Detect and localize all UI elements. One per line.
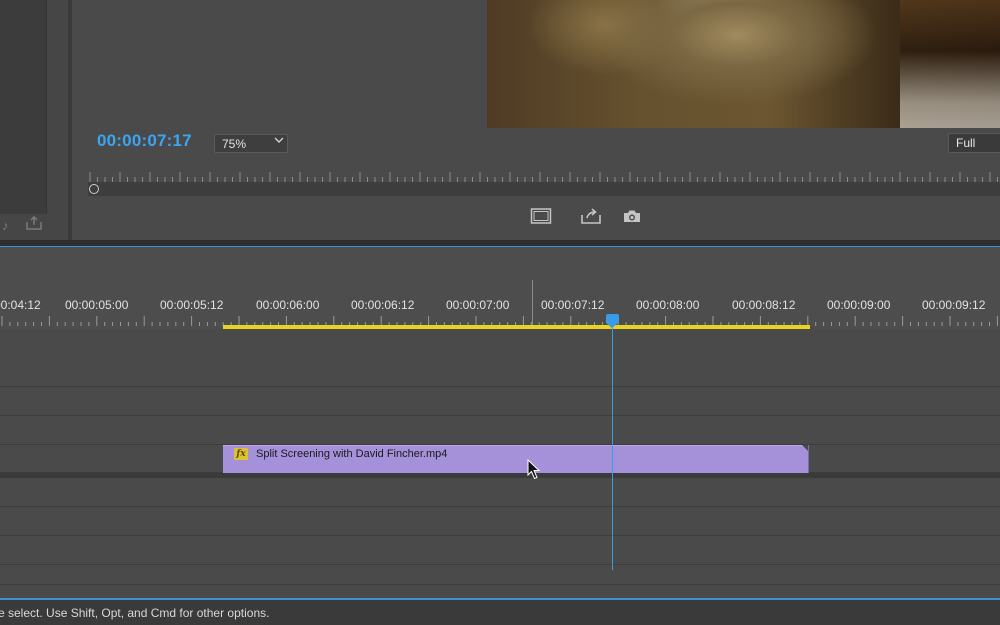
video-track-3[interactable]: [0, 329, 1000, 387]
playhead-handle-tip[interactable]: [606, 323, 618, 328]
mouse-pointer-icon: [527, 458, 541, 481]
monitor-playhead-knob[interactable]: [89, 184, 99, 194]
audio-track-2[interactable]: [0, 507, 1000, 536]
ruler-label: 00:00:07:12: [541, 298, 605, 312]
audio-track-3[interactable]: [0, 536, 1000, 565]
camera-icon[interactable]: [622, 207, 646, 227]
ruler-marker-line: [532, 280, 533, 328]
ruler-label: 00:00:06:00: [256, 298, 320, 312]
ruler-label: 00:00:08:00: [636, 298, 700, 312]
ruler-label: 00:00:08:12: [732, 298, 796, 312]
export-frame-share-icon[interactable]: [580, 207, 604, 227]
playback-resolution-select[interactable]: Full: [948, 133, 1000, 153]
ruler-label: 00:00:09:12: [922, 298, 986, 312]
audio-note-icon[interactable]: ♪: [2, 218, 9, 233]
chevron-down-icon: [274, 136, 284, 147]
ruler-label: 00:00:05:00: [65, 298, 129, 312]
playhead-line[interactable]: [612, 327, 613, 570]
status-hint-text: e select. Use Shift, Opt, and Cmd for ot…: [0, 606, 270, 620]
clip-name: Split Screening with David Fincher.mp4: [256, 448, 448, 460]
audio-track-1[interactable]: [0, 478, 1000, 507]
zoom-level-value: 75%: [222, 137, 247, 151]
master-track[interactable]: [0, 565, 1000, 585]
ruler-label: 00:00:09:00: [827, 298, 891, 312]
monitor-time-ruler[interactable]: [88, 168, 1000, 182]
ruler-label: 00:00:06:12: [351, 298, 415, 312]
ruler-label: 00:00:05:12: [160, 298, 224, 312]
ruler-label: 00:00:07:00: [446, 298, 510, 312]
playback-resolution-value: Full: [956, 136, 976, 150]
fx-badge[interactable]: fx: [234, 448, 248, 460]
playhead-timecode[interactable]: 00:00:07:17: [97, 131, 192, 151]
video-preview-edge: [900, 0, 1000, 128]
video-track-2[interactable]: [0, 387, 1000, 416]
new-item-icon[interactable]: [26, 215, 42, 233]
ruler-label: 00:04:12: [0, 298, 41, 312]
clip-edge[interactable]: [808, 445, 809, 473]
video-track-1-upper[interactable]: [0, 416, 1000, 445]
project-panel-content: [0, 0, 47, 214]
monitor-scrub-bar[interactable]: [88, 182, 1000, 196]
playhead-handle[interactable]: [606, 314, 619, 323]
safe-margins-icon[interactable]: [530, 207, 554, 227]
